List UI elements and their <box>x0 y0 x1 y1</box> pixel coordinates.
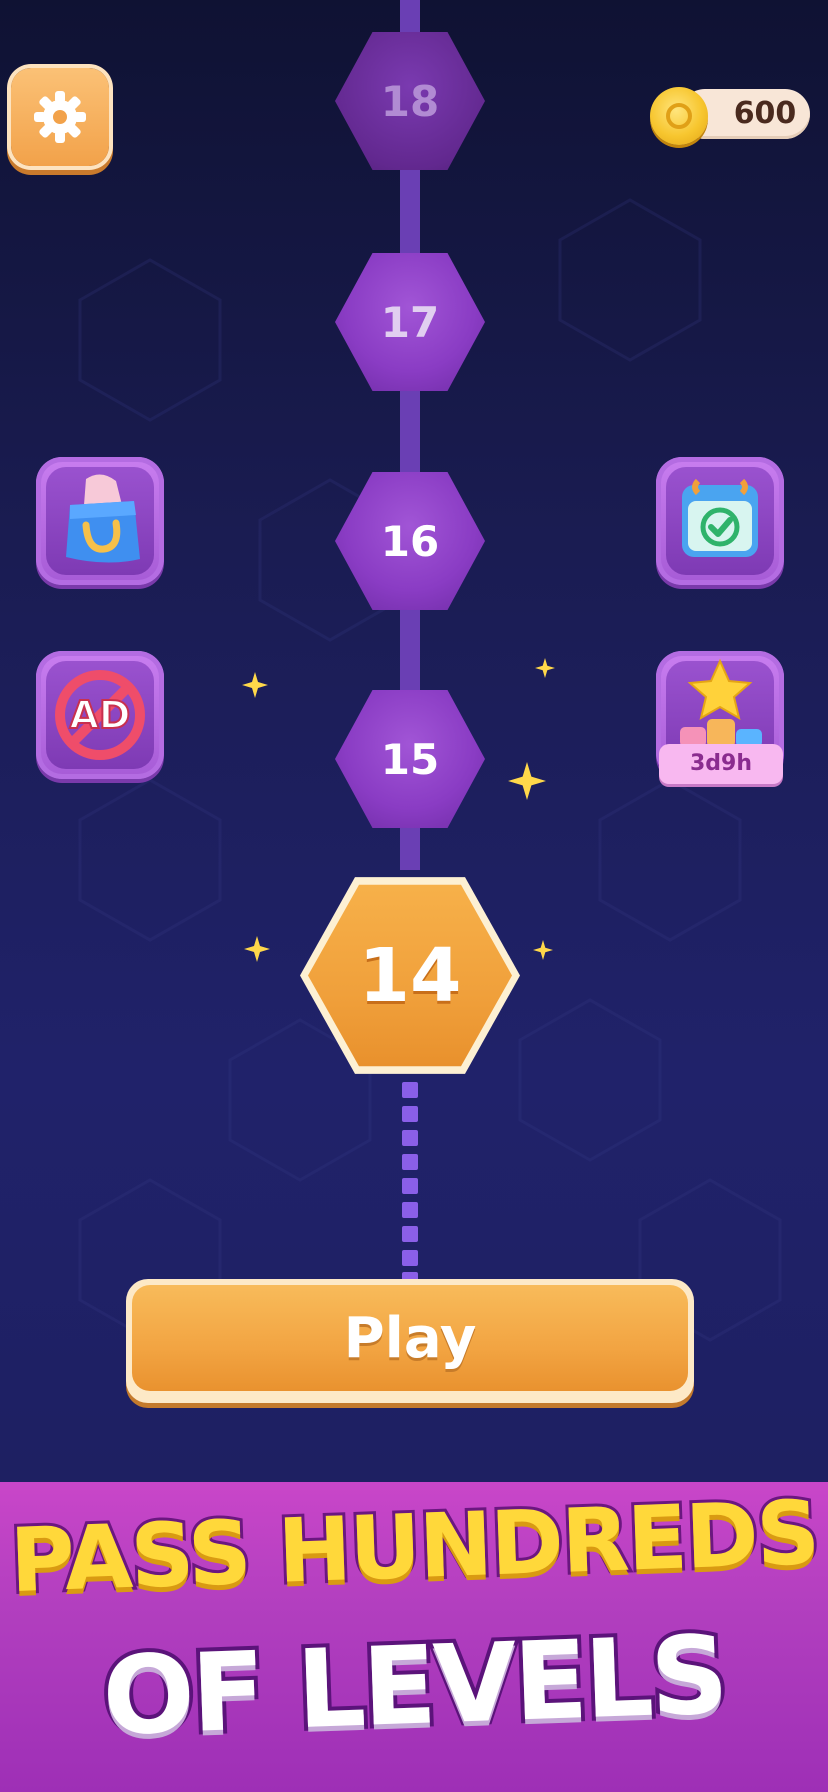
sparkle-icon <box>535 658 555 678</box>
star-podium-icon <box>680 658 762 747</box>
no-ads-label: AD <box>70 693 131 737</box>
path-dash <box>402 1130 418 1146</box>
coin-icon <box>650 87 708 145</box>
path-dash <box>402 1082 418 1098</box>
game-screen: 18 17 16 15 14 600 AD 3d9h Play PASS HUN… <box>0 0 828 1792</box>
path-dash <box>402 1226 418 1242</box>
path-dash <box>402 1154 418 1170</box>
sparkle-icon <box>508 762 546 800</box>
calendar-check-icon <box>682 478 758 557</box>
shop-button[interactable] <box>36 457 164 585</box>
settings-button[interactable] <box>11 68 109 166</box>
remove-ads-button[interactable]: AD <box>36 651 164 779</box>
play-button[interactable]: Play <box>126 1279 694 1403</box>
gear-icon <box>34 91 86 143</box>
shopping-bag-icon <box>66 474 140 563</box>
sparkle-icon <box>242 672 268 698</box>
coin-value: 600 <box>733 96 797 131</box>
sparkle-icon <box>533 940 553 960</box>
path-dash <box>402 1202 418 1218</box>
sparkle-icon <box>244 936 270 962</box>
promo-headline-line2: OF LEVELS <box>97 1609 732 1764</box>
daily-challenge-button[interactable] <box>656 457 784 585</box>
path-dash <box>402 1106 418 1122</box>
play-button-label: Play <box>132 1285 688 1391</box>
path-dash <box>402 1178 418 1194</box>
path-dash <box>402 1250 418 1266</box>
event-timer-badge: 3d9h <box>659 744 783 784</box>
no-ads-icon: AD <box>55 670 145 760</box>
